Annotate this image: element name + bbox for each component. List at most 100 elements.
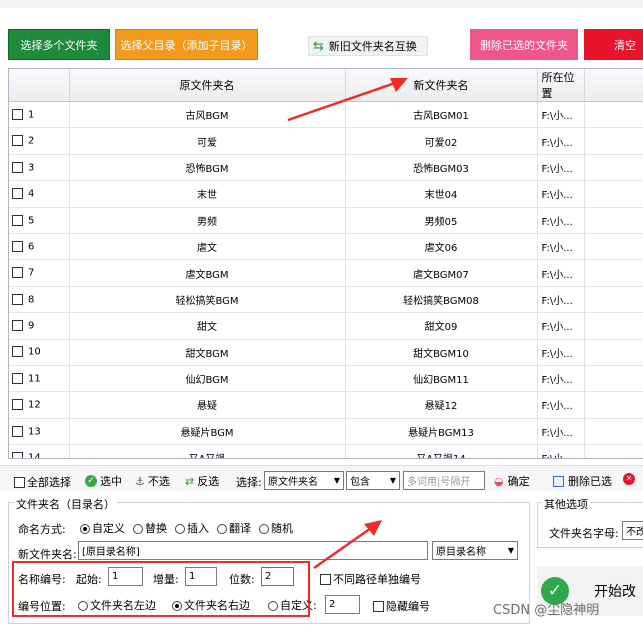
- new-name-cell: 末世04: [345, 180, 538, 208]
- row-checkbox[interactable]: [12, 161, 23, 173]
- row-check-cell[interactable]: 9: [9, 312, 70, 340]
- select-button[interactable]: ✓ 选中: [85, 473, 122, 489]
- mode-translate-radio[interactable]: 翻译: [217, 520, 251, 536]
- checkbox-icon: [14, 476, 25, 488]
- row-number: 5: [28, 215, 35, 226]
- row-number: 7: [28, 267, 35, 279]
- mode-insert-radio[interactable]: 插入: [175, 520, 209, 536]
- table-row[interactable]: 7 虐文BGM 虐文BGM07 F:\小...: [9, 259, 643, 287]
- table-row[interactable]: 5 男频 男频05 F:\小...: [9, 207, 643, 234]
- old-name-cell: 虐文: [69, 233, 346, 261]
- delete-selected-button[interactable]: 删除已选: [553, 473, 612, 489]
- old-name-cell: 虐文BGM: [69, 259, 346, 287]
- naming-mode-radios: 自定义 替换 插入 翻译 随机: [80, 520, 293, 536]
- location-cell: F:\小...: [537, 312, 585, 340]
- char-case-select[interactable]: 不改: [622, 521, 643, 540]
- row-check-cell[interactable]: 12: [9, 391, 70, 419]
- location-cell: F:\小...: [537, 233, 585, 261]
- row-check-cell[interactable]: 7: [9, 259, 70, 287]
- chevron-down-icon: ▼: [333, 476, 340, 485]
- row-number: 13: [28, 426, 41, 438]
- table-row[interactable]: 6 虐文 虐文06 F:\小...: [9, 233, 643, 261]
- hide-number-checkbox[interactable]: 隐藏编号: [373, 598, 430, 614]
- row-check-cell[interactable]: 14: [9, 444, 70, 458]
- table-row[interactable]: 13 悬疑片BGM 悬疑片BGM13 F:\小...: [9, 418, 643, 446]
- select-all-checkbox[interactable]: 全部选择: [14, 474, 71, 490]
- new-name-cell: 甜文09: [345, 312, 538, 340]
- start-rename-label: 开始改: [594, 584, 636, 600]
- row-checkbox[interactable]: [12, 240, 23, 252]
- row-checkbox[interactable]: [12, 399, 23, 411]
- row-checkbox[interactable]: [12, 452, 23, 458]
- confirm-button[interactable]: ◒ 确定: [494, 473, 530, 489]
- row-check-cell[interactable]: 8: [9, 286, 70, 314]
- insert-token-select[interactable]: 原目录名称 ▼: [432, 541, 518, 560]
- row-checkbox[interactable]: [12, 135, 23, 147]
- column-header-location[interactable]: 所在位置: [537, 69, 585, 102]
- match-select-value: 包含: [350, 477, 370, 488]
- row-checkbox[interactable]: [12, 267, 23, 279]
- extra-cell: [584, 101, 643, 129]
- extra-cell: [584, 233, 643, 261]
- extra-cell: [584, 339, 643, 366]
- row-checkbox[interactable]: [12, 108, 23, 120]
- match-select[interactable]: 包含 ▼: [346, 471, 400, 490]
- row-check-cell[interactable]: 4: [9, 180, 70, 208]
- deselect-button[interactable]: ⚓ 不选: [135, 473, 170, 489]
- filter-input[interactable]: 多词用|号隔开: [403, 471, 485, 490]
- select-parent-directory-button[interactable]: 选择父目录（添加子目录）: [115, 29, 258, 60]
- table-row[interactable]: 12 悬疑 悬疑12 F:\小...: [9, 391, 643, 419]
- table-row[interactable]: 3 恐怖BGM 恐怖BGM03 F:\小...: [9, 154, 643, 182]
- row-checkbox[interactable]: [12, 425, 23, 437]
- table-row[interactable]: 8 轻松搞笑BGM 轻松搞笑BGM08 F:\小...: [9, 286, 643, 314]
- mode-random-radio[interactable]: 随机: [259, 520, 293, 536]
- row-checkbox[interactable]: [12, 188, 23, 200]
- custom-position-input[interactable]: 2: [325, 595, 360, 614]
- table-row[interactable]: 11 仙幻BGM 仙幻BGM11 F:\小...: [9, 365, 643, 393]
- char-case-label: 文件夹名字母:: [549, 527, 619, 540]
- swap-names-button[interactable]: ⇆ 新旧文件夹名互换: [308, 36, 428, 56]
- checkbox-icon: [373, 600, 384, 612]
- confirm-label: 确定: [507, 475, 530, 488]
- new-name-cell: 恐怖BGM03: [345, 154, 538, 182]
- options-group-title: 文件夹名（目录名）: [14, 496, 117, 512]
- row-number: 9: [28, 320, 35, 332]
- clear-button[interactable]: 清空: [584, 29, 643, 60]
- select-multiple-folders-button[interactable]: 选择多个文件夹: [8, 29, 110, 60]
- row-checkbox[interactable]: [12, 320, 23, 332]
- table-row[interactable]: 14 又A又飒又A又飒14F:\小...: [9, 444, 643, 458]
- row-checkbox[interactable]: [12, 214, 23, 226]
- row-check-cell[interactable]: 1: [9, 101, 70, 129]
- mode-replace-radio[interactable]: 替换: [133, 520, 167, 536]
- row-check-cell[interactable]: 11: [9, 365, 70, 393]
- row-check-cell[interactable]: 3: [9, 154, 70, 182]
- row-checkbox[interactable]: [12, 293, 23, 305]
- table-row[interactable]: 2 可爱 可爱02 F:\小...: [9, 127, 643, 155]
- location-cell: F:\小...: [537, 259, 585, 287]
- delete-icon: [553, 475, 564, 487]
- location-cell: F:\小...: [537, 154, 585, 182]
- old-name-cell: 可爱: [69, 127, 346, 155]
- row-check-cell[interactable]: 2: [9, 127, 70, 155]
- table-row[interactable]: 4 末世 末世04 F:\小...: [9, 180, 643, 208]
- row-check-cell[interactable]: 13: [9, 418, 70, 446]
- new-name-cell: 可爱02: [345, 127, 538, 155]
- row-checkbox[interactable]: [12, 346, 23, 358]
- field-select[interactable]: 原文件夹名 ▼: [264, 471, 344, 490]
- table-row[interactable]: 10 甜文BGM 甜文BGM10 F:\小...: [9, 339, 643, 366]
- new-name-cell: 虐文BGM07: [345, 259, 538, 287]
- row-number: 3: [28, 162, 35, 174]
- row-number: 4: [28, 188, 35, 200]
- hide-number-label: 隐藏编号: [386, 600, 430, 613]
- top-strip: [0, 0, 643, 8]
- mode-custom-radio[interactable]: 自定义: [80, 520, 125, 536]
- row-checkbox[interactable]: [12, 372, 23, 384]
- row-check-cell[interactable]: 10: [9, 339, 70, 366]
- table-row[interactable]: 9 甜文 甜文09 F:\小...: [9, 312, 643, 340]
- new-name-cell: 悬疑12: [345, 391, 538, 419]
- row-check-cell[interactable]: 6: [9, 233, 70, 261]
- invert-button[interactable]: ⇄ 反选: [185, 473, 219, 489]
- row-check-cell[interactable]: 5: [9, 207, 70, 234]
- close-icon[interactable]: ✕: [623, 473, 635, 485]
- delete-selected-folders-button[interactable]: 删除已选的文件夹: [470, 29, 578, 60]
